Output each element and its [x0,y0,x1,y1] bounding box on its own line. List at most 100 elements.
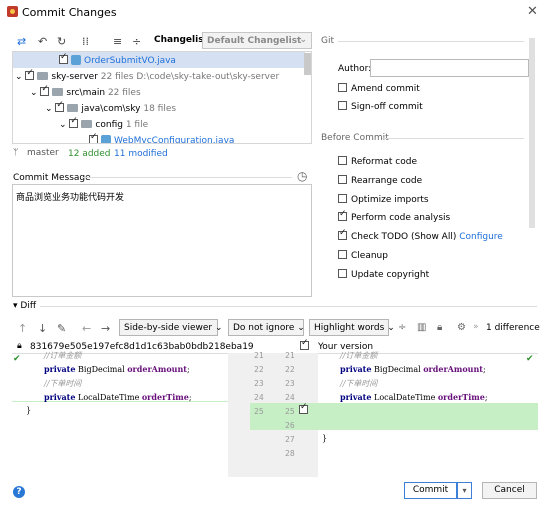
line-number: 22 [254,365,264,374]
tree-row-file[interactable]: OrderSubmitVO.java [13,52,305,68]
chevron-down-icon[interactable]: ⌄ [59,120,69,130]
cleanup-label: Cleanup [351,251,388,261]
changelist-select[interactable]: Default Changelist ⌄ [202,32,312,49]
java-file-icon [101,135,111,143]
more-icon[interactable]: » [473,322,479,332]
signoff-checkbox[interactable] [338,101,347,110]
config-name: config [95,120,123,130]
before-commit-title: Before Commit [321,133,389,143]
copyright-option[interactable]: Update copyright [338,269,429,280]
expand-all-icon[interactable]: ≡ [113,35,122,48]
tree-row-package[interactable]: ⌄ java\com\sky 18 files [13,100,176,116]
chevron-down-icon: ⌄ [387,323,395,333]
java-file-icon [71,55,81,65]
code-line: } [322,434,328,443]
code-line: //订单金额 [340,351,378,360]
signoff-option[interactable]: Sign-off commit [338,101,423,112]
forward-icon[interactable]: → [101,322,110,335]
commit-button[interactable]: Commit [404,482,457,499]
cleanup-checkbox[interactable] [338,250,347,259]
rollback-icon[interactable]: ↶ [38,35,47,48]
changelist-value: Default Changelist [207,36,302,46]
line-number: 21 [285,351,295,360]
diff-toggle[interactable]: ▾ Diff [13,301,36,311]
git-section-title: Git [321,36,335,46]
divider [382,138,524,139]
options-scrollbar[interactable] [529,38,535,228]
analysis-option[interactable]: Perform code analysis [338,209,451,223]
changes-tree[interactable]: OrderSubmitVO.java ⌄ sky-server 22 files… [12,51,312,144]
gear-icon[interactable]: ⚙ [457,322,466,333]
optimize-checkbox[interactable] [338,194,347,203]
module-checkbox[interactable] [25,68,35,80]
reformat-option[interactable]: Reformat code [338,156,417,167]
author-label: Author: [338,64,372,74]
chevron-down-icon[interactable]: ⌄ [15,72,25,82]
code-line: private BigDecimal orderAmount; [44,364,190,374]
copyright-checkbox[interactable] [338,269,347,278]
sync-scroll-icon[interactable]: ▥ [417,322,426,333]
divider [40,306,537,307]
configure-link[interactable]: Configure [459,232,503,242]
module-icon [37,72,49,80]
file-checkbox[interactable] [59,52,68,64]
commit-message-input[interactable]: 商品浏览业务功能代码开发 [12,184,312,297]
viewer-select[interactable]: Side-by-side viewer ⌄ [119,319,223,336]
tree-row-webmvc[interactable]: WebMvcConfiguration.java [13,132,234,143]
chevron-down-icon[interactable]: ▾ [457,482,472,499]
analysis-checkbox[interactable] [338,209,347,221]
prev-change-icon[interactable]: ↑ [18,322,27,335]
collapse-unchanged-icon[interactable]: ÷ [398,322,406,333]
chevron-down-icon[interactable]: ⌄ [45,104,55,114]
tree-row-src[interactable]: ⌄ src\main 22 files [13,84,141,100]
tree-row-config[interactable]: ⌄ config 1 file [13,116,148,132]
todo-checkbox[interactable] [338,228,347,240]
author-input[interactable] [370,59,529,77]
line-number: 27 [285,435,295,444]
back-icon[interactable]: ← [82,322,91,335]
next-change-icon[interactable]: ↓ [38,322,47,335]
change-band-right [318,403,538,430]
line-number: 28 [285,449,295,458]
added-count: 12 added [68,149,111,159]
cleanup-option[interactable]: Cleanup [338,250,388,261]
code-line: private LocalDateTime orderTime; [44,392,192,402]
refresh-icon[interactable]: ↻ [57,35,66,48]
optimize-option[interactable]: Optimize imports [338,194,429,205]
amend-checkbox[interactable] [338,83,347,92]
whitespace-select[interactable]: Do not ignore ⌄ [228,319,305,336]
line-number: 24 [285,393,295,402]
move-to-changelist-icon[interactable]: ⇄ [17,35,26,48]
reformat-label: Reformat code [351,157,417,167]
amend-commit-option[interactable]: Amend commit [338,83,420,94]
highlight-value: Highlight words [314,323,385,333]
help-icon[interactable]: ? [13,486,25,498]
edit-icon[interactable]: ✎ [57,322,66,335]
src-checkbox[interactable] [40,84,50,96]
config-checkbox[interactable] [69,116,79,128]
optimize-label: Optimize imports [351,195,429,205]
highlight-select[interactable]: Highlight words ⌄ [309,319,395,336]
tree-row-module[interactable]: ⌄ sky-server 22 files D:\code\sky-take-o… [13,68,279,84]
group-by-icon[interactable]: ⁞⁞ [82,35,89,48]
chevron-down-icon[interactable]: ⌄ [30,88,40,98]
reformat-checkbox[interactable] [338,156,347,165]
history-icon[interactable]: ◷ [297,169,307,183]
webmvc-checkbox[interactable] [89,132,98,143]
package-checkbox[interactable] [55,100,65,112]
todo-option[interactable]: Check TODO (Show All) Configure [338,228,503,242]
rearrange-option[interactable]: Rearrange code [338,175,422,186]
your-version-checkbox[interactable] [300,338,312,352]
todo-label: Check TODO (Show All) [351,232,457,242]
include-change-checkbox[interactable] [299,402,311,416]
cancel-button[interactable]: Cancel [482,482,537,499]
chevron-down-icon: ⌄ [297,323,305,333]
tree-scrollbar[interactable] [304,53,311,75]
lock-icon[interactable]: 🔒︎ [437,322,442,333]
collapse-all-icon[interactable]: ÷ [132,35,141,48]
rearrange-checkbox[interactable] [338,175,347,184]
analysis-label: Perform code analysis [351,213,451,223]
code-line: //订单金额 [44,351,82,360]
module-name: sky-server [51,72,98,82]
close-icon[interactable]: ✕ [527,4,538,19]
